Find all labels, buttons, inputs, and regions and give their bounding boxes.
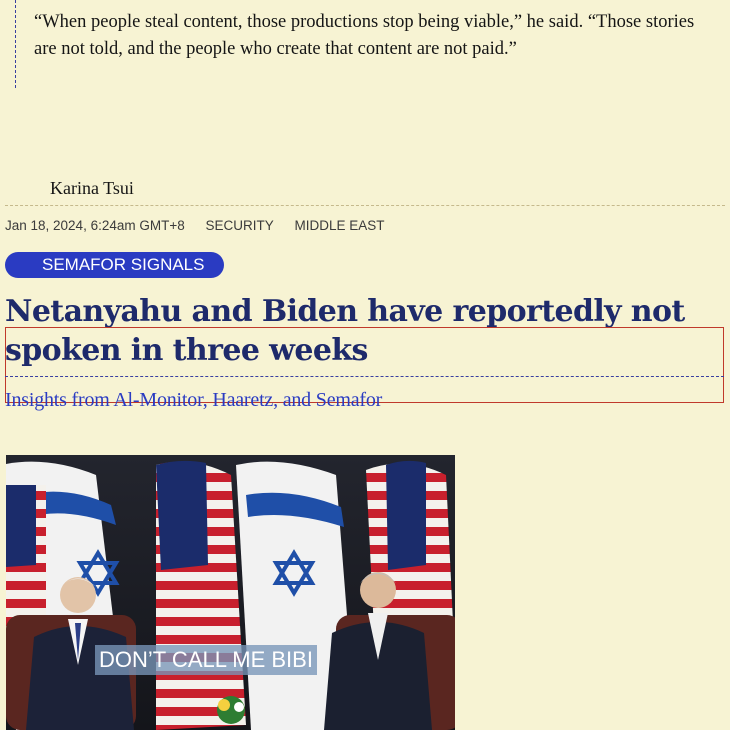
publish-date: Jan 18, 2024, 6:24am GMT+8	[5, 218, 185, 233]
selection-guide-line	[5, 376, 724, 377]
article-headline: Netanyahu and Biden have reportedly not …	[5, 294, 685, 368]
article-photo	[6, 455, 455, 730]
pull-quote: “When people steal content, those produc…	[15, 0, 716, 88]
article-subhead: Insights from Al-Monitor, Haaretz, and S…	[5, 389, 383, 411]
semafor-signals-badge[interactable]: SEMAFOR SIGNALS	[5, 252, 224, 278]
tag-security[interactable]: SECURITY	[206, 218, 274, 233]
byline-divider	[5, 205, 725, 206]
article-meta: Jan 18, 2024, 6:24am GMT+8 SECURITY MIDD…	[5, 218, 402, 236]
photo-caption: DON’T CALL ME BIBI	[95, 645, 317, 675]
quote-text: “When people steal content, those produc…	[34, 12, 695, 59]
tag-middle-east[interactable]: MIDDLE EAST	[295, 218, 385, 233]
author-name[interactable]: Karina Tsui	[50, 178, 134, 199]
